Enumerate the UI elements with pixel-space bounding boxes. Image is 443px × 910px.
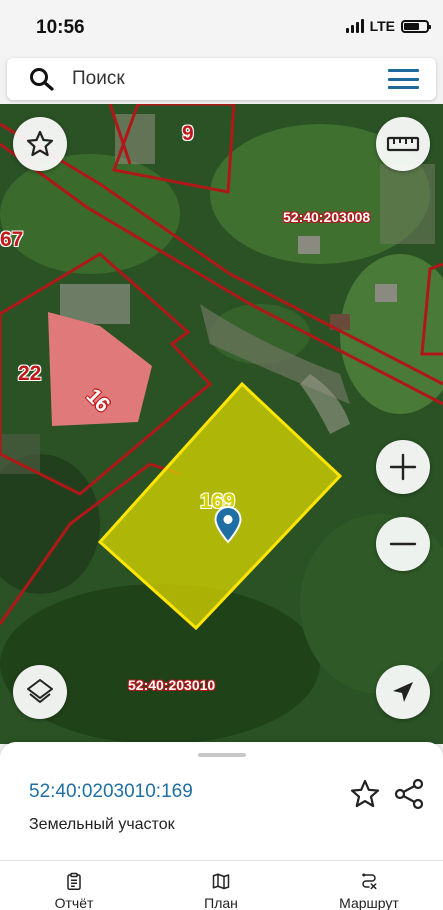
status-indicators: LTE (345, 18, 431, 34)
search-input[interactable]: Поиск (72, 68, 125, 90)
zoom-in-button[interactable] (376, 440, 430, 494)
object-type: Земельный участок (29, 816, 175, 833)
parcel-label-9[interactable]: 9 (182, 122, 194, 146)
satellite-imagery (0, 104, 443, 744)
minus-icon (389, 542, 417, 546)
nav-item-report[interactable]: Отчёт (19, 861, 129, 910)
map-view[interactable]: 9 67 22 16 169 52:40:203008 52:40:203010 (0, 104, 443, 744)
ruler-button[interactable] (376, 117, 430, 171)
network-type: LTE (369, 18, 395, 34)
cadastral-number[interactable]: 52:40:0203010:169 (29, 781, 193, 803)
status-bar: 10:56 LTE (0, 0, 443, 56)
bottom-navigation: Отчёт План Маршрут (0, 860, 443, 910)
nav-item-plan[interactable]: План (166, 861, 276, 910)
signal-icon (345, 19, 364, 33)
search-icon[interactable] (29, 67, 55, 91)
clipboard-icon (67, 872, 81, 890)
location-pin-icon[interactable] (214, 506, 242, 544)
map-icon (212, 873, 230, 890)
layers-icon (27, 679, 53, 703)
navigation-arrow-icon (393, 682, 413, 702)
nav-label-report: Отчёт (54, 895, 94, 910)
quarter-label: 52:40:203008 (283, 209, 371, 225)
zoom-out-button[interactable] (376, 517, 430, 571)
parcel-label-22[interactable]: 22 (18, 362, 41, 386)
search-bar[interactable]: Поиск (7, 58, 436, 100)
status-time: 10:56 (36, 17, 85, 38)
menu-icon[interactable] (388, 69, 419, 89)
star-icon (26, 130, 54, 157)
parcel-label-67[interactable]: 67 (0, 228, 23, 252)
battery-icon (401, 19, 431, 33)
nav-label-route: Маршрут (339, 895, 399, 910)
my-location-button[interactable] (376, 665, 430, 719)
quarter-label: 52:40:203010 (128, 677, 216, 693)
favorites-button[interactable] (13, 117, 67, 171)
route-icon (362, 873, 377, 890)
nav-item-route[interactable]: Маршрут (314, 861, 424, 910)
sheet-drag-handle[interactable] (198, 753, 246, 757)
layers-button[interactable] (13, 665, 67, 719)
ruler-icon (386, 136, 420, 152)
share-icon[interactable] (394, 778, 426, 810)
star-icon[interactable] (349, 778, 381, 810)
plus-icon (389, 453, 417, 481)
nav-label-plan: План (204, 895, 238, 910)
